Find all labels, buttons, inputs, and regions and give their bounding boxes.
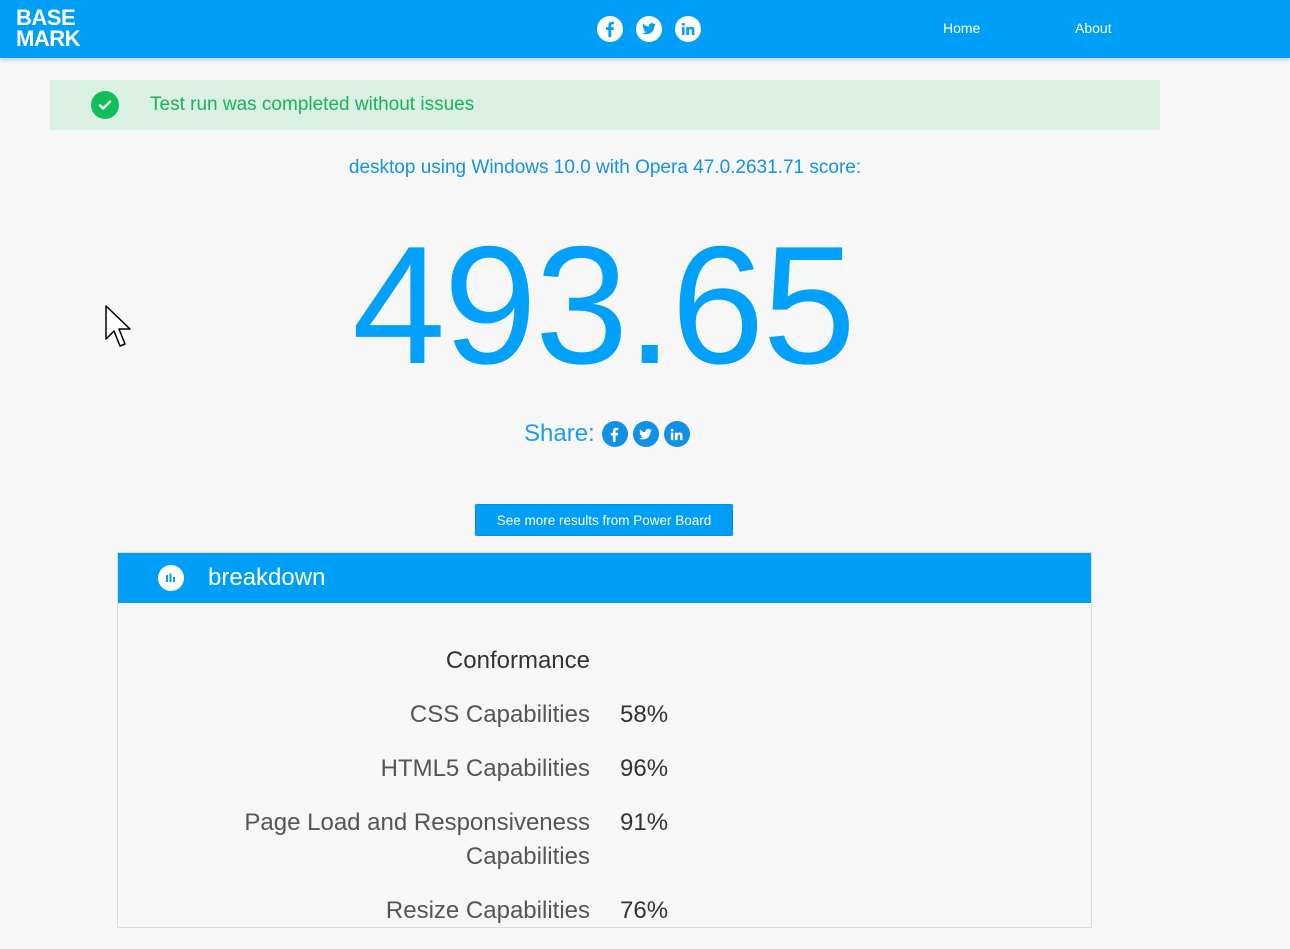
power-board-button[interactable]: See more results from Power Board [475,504,733,536]
row-label: HTML5 Capabilities [380,755,590,782]
nav-about-link[interactable]: About [1075,20,1112,36]
share-twitter-icon[interactable] [632,421,659,447]
row-value: 96% [620,755,669,782]
conformance-heading: Conformance [445,647,590,674]
success-alert: Test run was completed without issues [50,80,1160,130]
check-circle-icon [91,91,119,119]
row-value: 76% [620,897,669,924]
share-linkedin-icon[interactable] [663,421,690,447]
total-score: 493.65 [352,211,856,399]
mouse-cursor-icon [105,305,131,347]
nav-home-link[interactable]: Home [943,20,980,36]
breakdown-title: breakdown [208,564,326,591]
linkedin-icon[interactable] [675,16,701,42]
breakdown-header[interactable]: breakdown [118,553,1091,603]
row-label: Page Load and Responsiveness Capabilitie… [244,809,590,870]
share-facebook-icon[interactable] [601,421,628,447]
header-social-links [597,16,701,42]
logo-line-2: MARK [16,26,81,51]
row-label: CSS Capabilities [409,701,590,728]
facebook-icon[interactable] [597,16,623,42]
twitter-icon[interactable] [636,16,662,42]
row-value: 91% [620,809,669,836]
breakdown-panel: breakdown Conformance CSS Capabilities 5… [117,552,1092,928]
row-label: Resize Capabilities [385,897,590,924]
top-bar: BASE MARK Home About [0,0,1290,58]
share-label: Share: [524,420,595,447]
bar-chart-icon [158,565,184,591]
row-value: 58% [620,701,669,728]
share-bar: Share: [524,420,690,448]
alert-message: Test run was completed without issues [150,94,475,115]
device-description: desktop using Windows 10.0 with Opera 47… [348,157,862,178]
logo-line-1: BASE [16,5,76,30]
basemark-logo[interactable]: BASE MARK [16,5,81,51]
